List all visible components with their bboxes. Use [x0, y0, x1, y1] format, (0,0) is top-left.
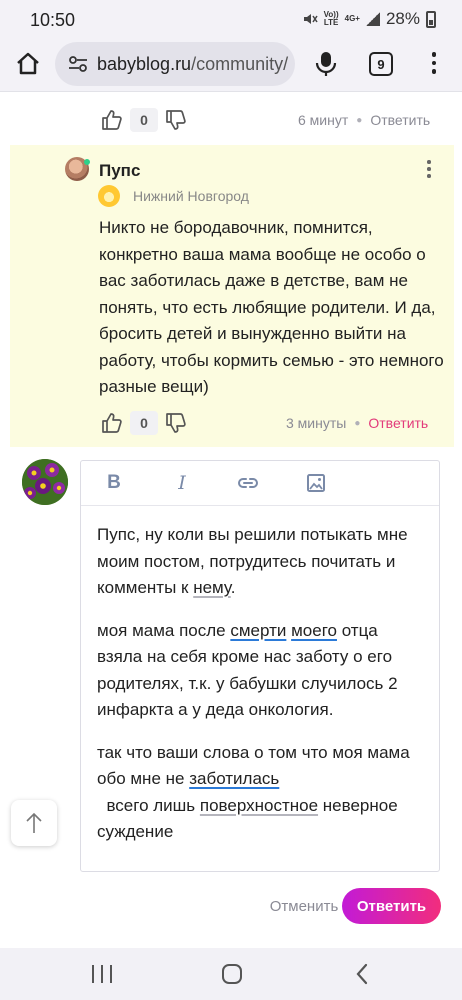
reply-editor[interactable]: B I Пупс, ну коли вы решили потыкать мне… — [80, 460, 440, 872]
battery-icon — [426, 10, 436, 28]
comment-meta: 3 минуты ● Ответить — [286, 415, 428, 431]
cancel-button[interactable]: Отменить — [264, 888, 344, 924]
address-bar[interactable]: babyblog.ru/community/ — [55, 42, 295, 86]
submit-reply-button[interactable]: Ответить — [342, 888, 441, 924]
prev-comment-meta: 6 минут ● Ответить — [298, 112, 430, 128]
spellcheck-word[interactable]: заботилась — [189, 769, 279, 788]
status-icons: Vo)) LTE 4G+ 28% — [302, 9, 436, 29]
spellcheck-word[interactable]: поверхностное — [200, 796, 318, 815]
net-type: 4G+ — [344, 14, 360, 23]
home-icon[interactable] — [14, 50, 42, 78]
tab-switcher-button[interactable]: 9 — [369, 52, 393, 76]
violets-image — [22, 459, 68, 505]
browser-toolbar: babyblog.ru/community/ 9 — [0, 40, 462, 92]
home-nav-icon[interactable] — [222, 964, 242, 984]
separator-dot: ● — [356, 114, 363, 126]
spellcheck-word[interactable]: нему — [193, 578, 231, 597]
like-count: 0 — [130, 108, 158, 132]
status-time: 10:50 — [30, 10, 76, 30]
comment-city: Нижний Новгород — [133, 188, 249, 204]
url-path: /community/ — [191, 53, 289, 74]
text-span: . — [230, 578, 236, 597]
spellcheck-word[interactable]: смерти — [230, 621, 286, 640]
battery-percent: 28% — [385, 9, 420, 28]
reply-paragraph: Пупс, ну коли вы решили потыкать мне мои… — [97, 522, 423, 602]
editor-content[interactable]: Пупс, ну коли вы решили потыкать мне мои… — [81, 506, 439, 846]
reply-link[interactable]: Ответить — [370, 112, 430, 128]
comment-time: 6 минут — [298, 112, 349, 128]
thumbs-up-icon[interactable] — [100, 411, 124, 435]
separator-dot: ● — [354, 417, 361, 429]
system-nav-bar — [0, 948, 462, 1000]
recent-apps-icon[interactable] — [92, 965, 112, 983]
thumbs-down-icon[interactable] — [164, 411, 188, 435]
comment-card: Пупс Нижний Новгород Никто не бородавочн… — [10, 145, 454, 447]
like-count: 0 — [130, 411, 158, 435]
more-vert-icon[interactable] — [425, 52, 443, 78]
thumbs-down-icon[interactable] — [164, 108, 188, 132]
mute-icon — [303, 14, 318, 24]
editor-toolbar: B I — [81, 461, 439, 506]
reply-paragraph: моя мама после смерти моего отца взяла н… — [97, 618, 423, 724]
comment-author[interactable]: Пупс — [99, 161, 140, 181]
lte-label: LTE — [323, 18, 339, 27]
reply-paragraph: так что ваши слова о том что моя мама об… — [97, 740, 423, 846]
url-domain: babyblog.ru — [97, 53, 192, 74]
tune-icon[interactable] — [67, 53, 89, 75]
online-indicator — [84, 159, 90, 165]
thumbs-up-icon[interactable] — [100, 108, 124, 132]
comment-actions: 0 — [100, 408, 188, 438]
volte-indicator: Vo)) LTE — [324, 11, 339, 27]
reply-link[interactable]: Ответить — [368, 415, 428, 431]
link-icon[interactable] — [237, 472, 259, 494]
avatar[interactable] — [22, 459, 68, 505]
status-bar: 10:50 Vo)) LTE 4G+ 28% — [0, 0, 462, 40]
image-icon[interactable] — [305, 472, 327, 494]
spellcheck-word[interactable]: моего — [291, 621, 337, 640]
bold-button[interactable]: B — [103, 472, 125, 494]
text-span: всего лишь — [97, 795, 200, 815]
arrow-up-icon — [26, 812, 42, 833]
comment-text: Никто не бородавочник, помнится, конкрет… — [99, 218, 444, 396]
prev-comment-actions: 0 — [100, 105, 188, 135]
back-icon[interactable] — [354, 962, 370, 986]
city-badge-icon — [98, 185, 120, 207]
comment-time: 3 минуты — [286, 415, 347, 431]
scroll-to-top-button[interactable] — [11, 800, 57, 846]
italic-button[interactable]: I — [171, 472, 193, 494]
url-text: babyblog.ru/community/ — [97, 54, 288, 75]
text-span: Пупс, ну коли вы решили потыкать мне мои… — [97, 525, 408, 597]
more-options-icon[interactable] — [424, 160, 434, 182]
signal-icon — [365, 12, 380, 26]
text-span: моя мама после — [97, 620, 231, 640]
mic-icon[interactable] — [313, 50, 339, 78]
